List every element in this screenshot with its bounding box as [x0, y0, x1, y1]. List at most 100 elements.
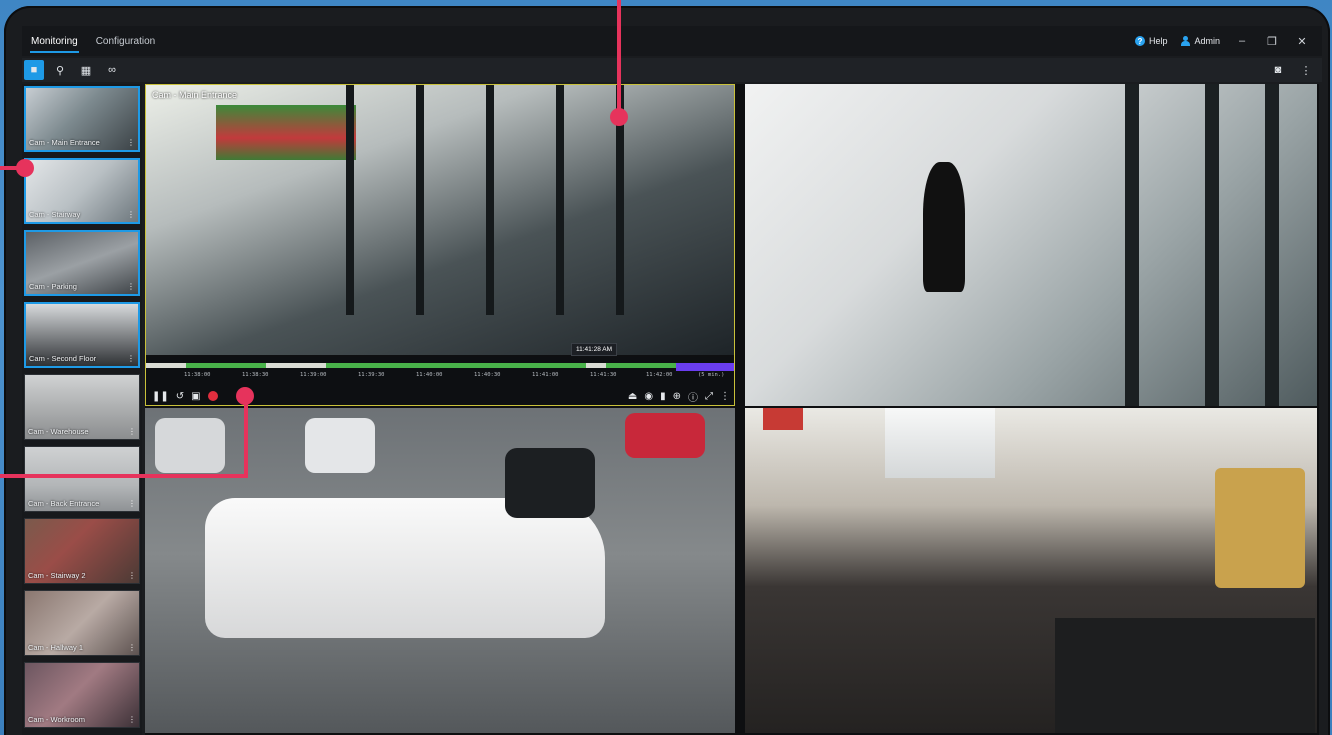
van-figure — [205, 498, 605, 638]
timeline-ticks: 11:38:00 11:38:30 11:39:00 11:39:30 11:4… — [146, 369, 734, 383]
car-figure — [625, 413, 705, 458]
more-vertical-icon[interactable]: ⋮ — [1296, 60, 1316, 80]
more-vertical-icon[interactable]: ⋮ — [127, 282, 135, 291]
window-frame — [1205, 84, 1219, 406]
bookmark-icon[interactable]: ▮ — [660, 391, 666, 402]
tick-label: 11:40:30 — [474, 372, 501, 378]
camera-list: Cam - Main Entrance ⋮ Cam - Stairway ⋮ C… — [22, 84, 142, 735]
camera-label: Cam - Back Entrance — [28, 499, 100, 508]
window-mullion — [486, 85, 494, 315]
camera-tile-stairway[interactable] — [745, 84, 1317, 406]
callout-dot — [610, 108, 628, 126]
callout-line — [617, 0, 621, 110]
search-icon[interactable]: ⚲ — [50, 60, 70, 80]
more-vertical-icon[interactable]: ⋮ — [128, 715, 136, 724]
tab-configuration[interactable]: Configuration — [87, 26, 164, 56]
title-bar: Monitoring Configuration ? Help Admin – … — [22, 26, 1322, 56]
export-icon[interactable]: ⏏ — [628, 391, 637, 402]
help-icon: ? — [1134, 36, 1145, 46]
recording-segment — [606, 363, 676, 368]
minimize-button[interactable]: – — [1234, 35, 1250, 47]
window-mullion — [416, 85, 424, 315]
record-icon[interactable] — [207, 391, 218, 401]
tick-label: (5 min.) — [698, 372, 725, 378]
recording-segment — [186, 363, 266, 368]
snapshot-icon[interactable]: ◙ — [1268, 60, 1288, 80]
more-vertical-icon[interactable]: ⋮ — [127, 210, 135, 219]
tick-label: 11:39:00 — [300, 372, 327, 378]
camera-thumbnail[interactable]: Cam - Hallway 1 ⋮ — [24, 590, 140, 656]
tick-label: 11:40:00 — [416, 372, 443, 378]
tick-label: 11:42:00 — [646, 372, 673, 378]
tick-label: 11:41:30 — [590, 372, 617, 378]
callout-line — [244, 394, 248, 478]
camera-label: Cam - Warehouse — [28, 427, 89, 436]
tick-label: 11:41:00 — [532, 372, 559, 378]
exit-sign — [763, 408, 803, 430]
camera-grid: Cam - Main Entrance 11:41:28 AM 11:38:00… — [145, 84, 1319, 735]
zoom-icon[interactable]: ⊕ — [673, 391, 681, 402]
tab-monitoring[interactable]: Monitoring — [22, 26, 87, 56]
playback-controls: ❚❚ ↺ ▣ ⏏ ◉ ▮ ⊕ ⓘ ⤢ ⋮ — [146, 385, 734, 405]
rewind-icon[interactable]: ↺ — [176, 391, 184, 402]
camera-thumbnail[interactable]: Cam - Back Entrance ⋮ — [24, 446, 140, 512]
camera-tile-main-entrance[interactable]: Cam - Main Entrance 11:41:28 AM 11:38:00… — [145, 84, 735, 406]
callout-line — [0, 474, 248, 478]
camera-label: Cam - Workroom — [28, 715, 85, 724]
video-camera-icon[interactable]: ■ — [24, 60, 44, 80]
user-icon — [1181, 36, 1191, 46]
link-icon[interactable]: ∞ — [102, 60, 122, 80]
camera-label: Cam - Stairway — [29, 210, 81, 219]
more-vertical-icon[interactable]: ⋮ — [127, 138, 135, 147]
camera-tile-parking[interactable] — [145, 408, 735, 733]
camera-thumbnail[interactable]: Cam - Parking ⋮ — [24, 230, 140, 296]
garden-view — [216, 105, 356, 160]
more-vertical-icon[interactable]: ⋮ — [128, 427, 136, 436]
window-mullion — [556, 85, 564, 315]
camera-icon[interactable]: ◉ — [644, 391, 653, 402]
playback-timeline[interactable]: 11:41:28 AM 11:38:00 11:38:30 11:39:00 1… — [146, 343, 734, 405]
pause-icon[interactable]: ❚❚ — [152, 391, 169, 402]
camera-title: Cam - Main Entrance — [152, 90, 238, 100]
toolbar: ■ ⚲ ▦ ∞ ◙ ⋮ — [22, 58, 1322, 82]
tick-label: 11:38:00 — [184, 372, 211, 378]
camera-thumbnail[interactable]: Cam - Workroom ⋮ — [24, 662, 140, 728]
callout-dot — [236, 387, 254, 405]
more-vertical-icon[interactable]: ⋮ — [720, 391, 730, 402]
info-icon[interactable]: ⓘ — [688, 389, 698, 404]
help-button[interactable]: ? Help — [1134, 36, 1168, 46]
restore-button[interactable]: ❐ — [1264, 35, 1280, 48]
camera-thumbnail[interactable]: Cam - Main Entrance ⋮ — [24, 86, 140, 152]
more-vertical-icon[interactable]: ⋮ — [128, 643, 136, 652]
grid-icon[interactable]: ▦ — [76, 60, 96, 80]
camera-label: Cam - Parking — [29, 282, 77, 291]
camera-thumbnail[interactable]: Cam - Stairway ⋮ — [24, 158, 140, 224]
camera-label: Cam - Main Entrance — [29, 138, 100, 147]
camera-label: Cam - Stairway 2 — [28, 571, 86, 580]
help-label: Help — [1148, 36, 1168, 46]
window-frame — [1125, 84, 1139, 406]
window-frame — [1265, 84, 1279, 406]
admin-label: Admin — [1194, 36, 1220, 46]
playhead-time: 11:41:28 AM — [571, 343, 618, 356]
admin-button[interactable]: Admin — [1181, 36, 1220, 46]
camera-label: Cam - Second Floor — [29, 354, 97, 363]
callout-dot — [16, 159, 34, 177]
camera-label: Cam - Hallway 1 — [28, 643, 84, 652]
window-view — [885, 408, 995, 478]
camera-thumbnail[interactable]: Cam - Stairway 2 ⋮ — [24, 518, 140, 584]
camera-thumbnail[interactable]: Cam - Warehouse ⋮ — [24, 374, 140, 440]
car-figure — [505, 448, 595, 518]
camera-tile-second-floor[interactable] — [745, 408, 1317, 733]
person-figure — [923, 162, 965, 292]
calendar-icon[interactable]: ▣ — [191, 391, 200, 402]
fullscreen-icon[interactable]: ⤢ — [705, 391, 713, 402]
camera-thumbnail[interactable]: Cam - Second Floor ⋮ — [24, 302, 140, 368]
more-vertical-icon[interactable]: ⋮ — [127, 354, 135, 363]
close-button[interactable]: ✕ — [1294, 35, 1310, 48]
more-vertical-icon[interactable]: ⋮ — [128, 499, 136, 508]
timeline-bar[interactable] — [146, 363, 734, 371]
chair-figure — [1215, 468, 1305, 588]
car-figure — [155, 418, 225, 473]
more-vertical-icon[interactable]: ⋮ — [128, 571, 136, 580]
